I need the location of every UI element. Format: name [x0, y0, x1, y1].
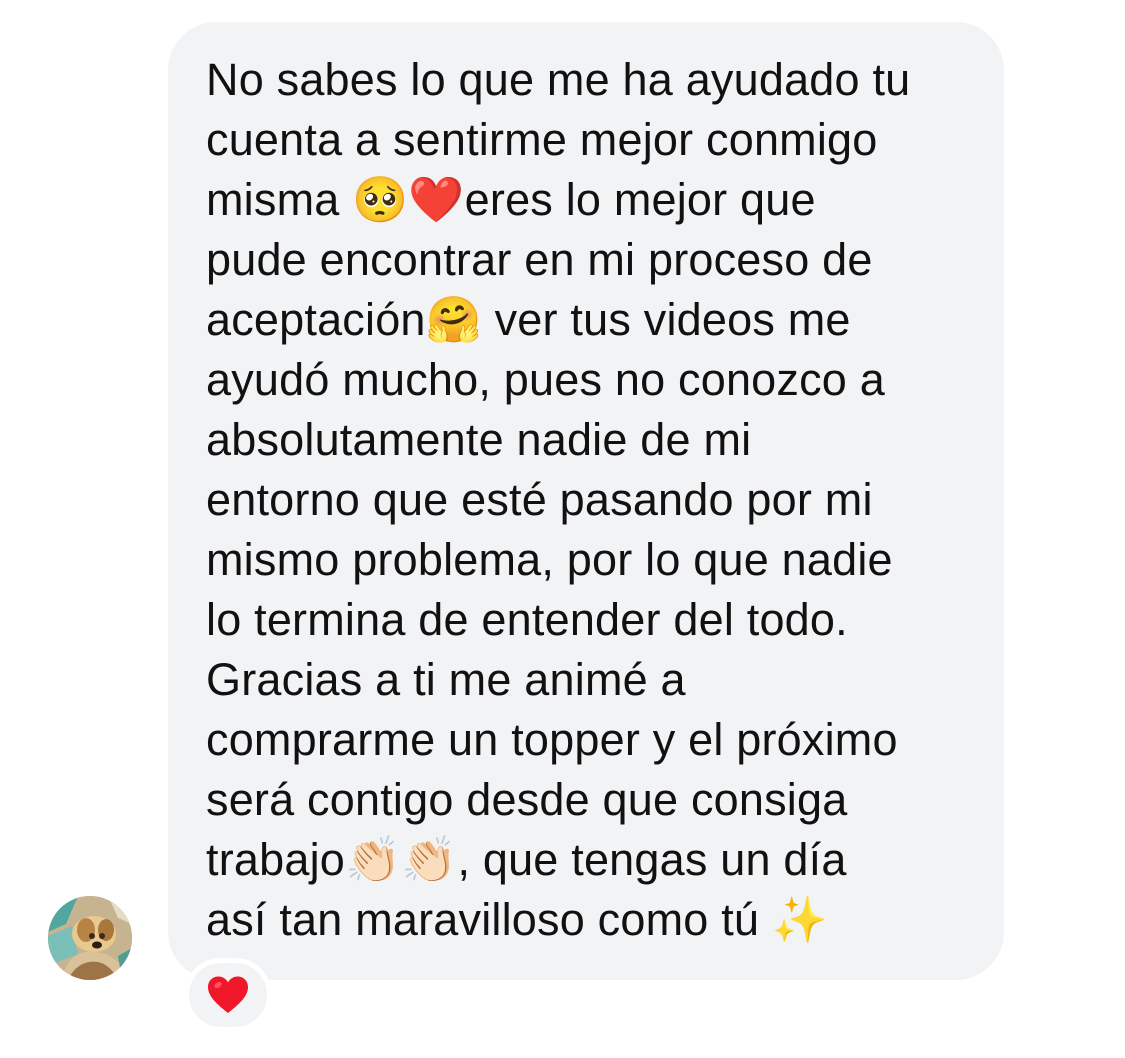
message-thread: No sabes lo que me ha ayudado tu cuenta …	[0, 0, 1125, 1058]
avatar[interactable]	[48, 896, 132, 980]
message-bubble[interactable]: No sabes lo que me ha ayudado tu cuenta …	[168, 22, 1004, 980]
incoming-message-row: No sabes lo que me ha ayudado tu cuenta …	[0, 0, 1125, 1058]
heart-reaction-badge[interactable]	[184, 958, 272, 1032]
heart-icon	[208, 976, 248, 1013]
avatar-photo-image	[48, 896, 132, 980]
message-text: No sabes lo que me ha ayudado tu cuenta …	[206, 54, 911, 945]
